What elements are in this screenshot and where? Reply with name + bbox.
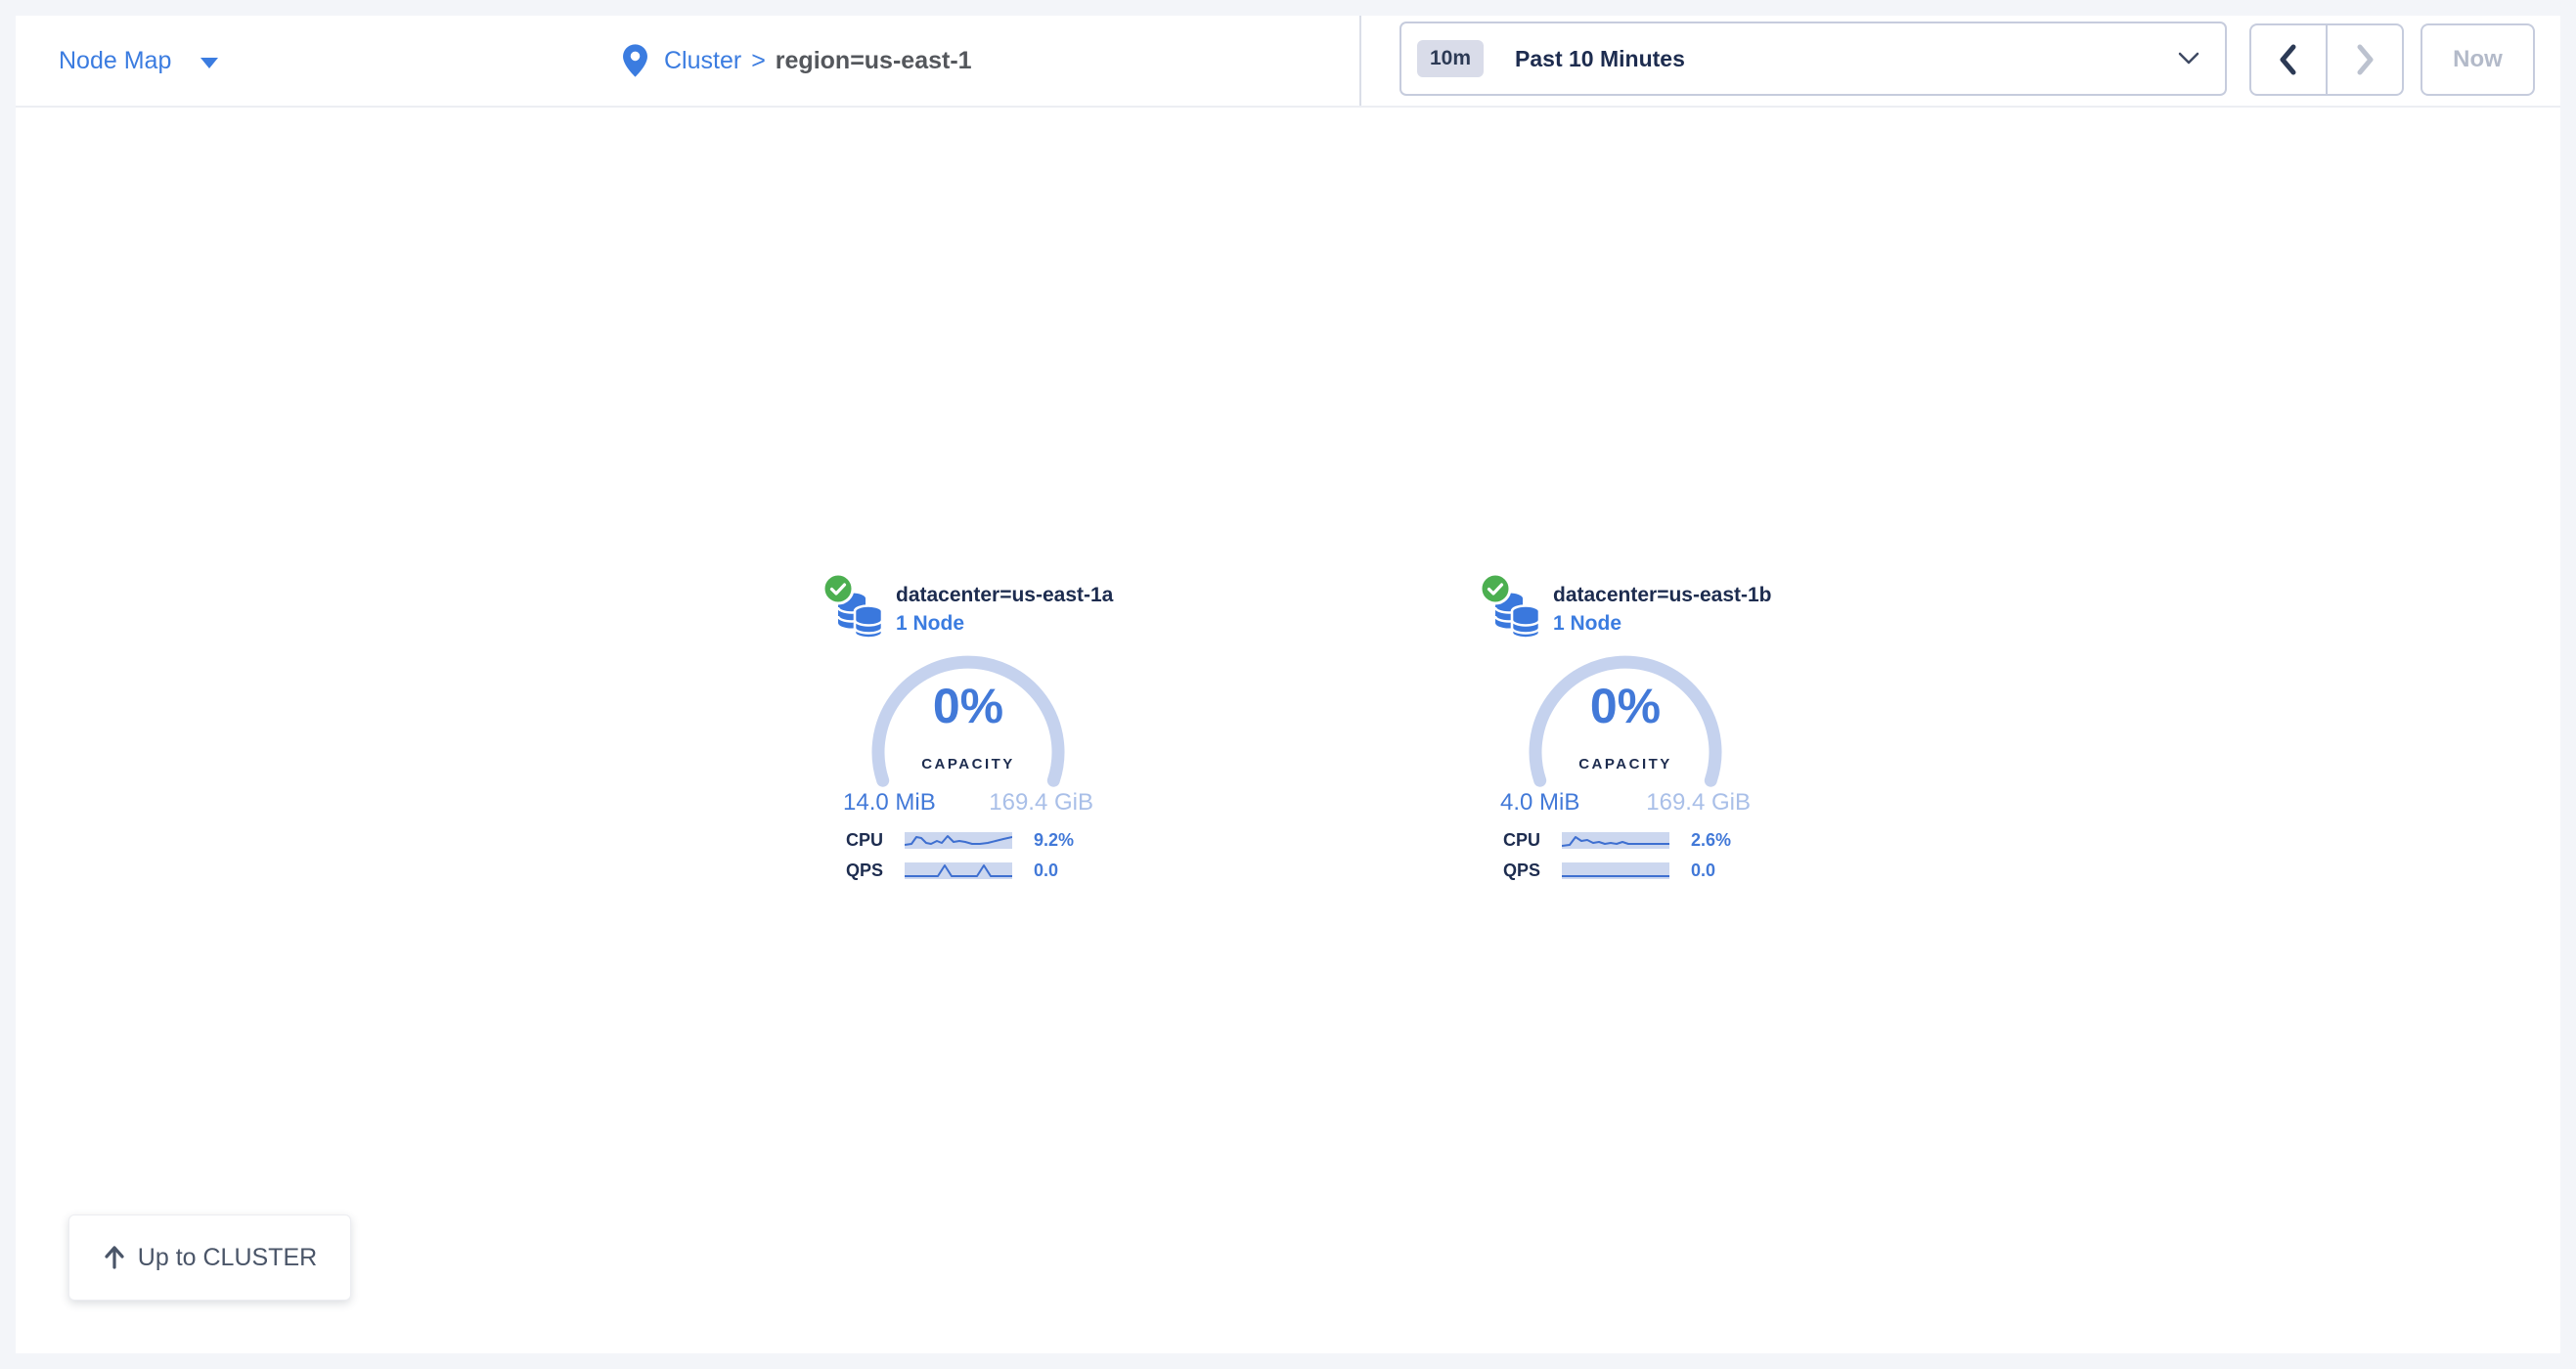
content-panel: Node Map Cluster > region=us-east-1 10m … [16,16,2560,1353]
time-nav-group [2249,23,2404,96]
capacity-values: 4.0 MiB 169.4 GiB [1500,789,1751,817]
metric-label: QPS [1479,861,1540,881]
datacenter-title: datacenter=us-east-1a [896,584,1113,607]
node-map-screen: Node Map Cluster > region=us-east-1 10m … [0,0,2576,1369]
node-count-link[interactable]: 1 Node [1553,612,1621,636]
header-divider [1359,16,1361,106]
capacity-gauge: 0% CAPACITY [870,648,1066,795]
metric-row: CPU 9.2% [822,828,1115,852]
capacity-values: 14.0 MiB 169.4 GiB [843,789,1093,817]
time-range-badge: 10m [1417,40,1484,77]
datacenter-card[interactable]: datacenter=us-east-1b 1 Node 0% CAPACITY… [1479,572,1772,895]
capacity-used: 4.0 MiB [1500,789,1579,817]
time-prev-button[interactable] [2251,25,2326,94]
metric-value: 0.0 [1691,861,1715,881]
breadcrumb-current-locality: region=us-east-1 [776,47,972,75]
chevron-down-icon [2178,52,2199,66]
metric-value: 9.2% [1034,830,1074,851]
capacity-label: CAPACITY [870,756,1066,773]
capacity-percent: 0% [1528,678,1723,734]
time-range-dropdown[interactable]: 10m Past 10 Minutes [1399,22,2227,96]
chevron-down-icon [200,58,218,68]
metric-row: QPS 0.0 [822,859,1115,882]
map-pin-icon [622,43,648,78]
capacity-available: 169.4 GiB [989,789,1093,817]
capacity-available: 169.4 GiB [1646,789,1751,817]
node-count-link[interactable]: 1 Node [896,612,964,636]
capacity-used: 14.0 MiB [843,789,936,817]
capacity-label: CAPACITY [1528,756,1723,773]
time-next-button[interactable] [2326,25,2402,94]
metric-sparkline [1562,862,1669,879]
metric-row: CPU 2.6% [1479,828,1772,852]
now-button[interactable]: Now [2421,23,2535,96]
metric-value: 2.6% [1691,830,1731,851]
metric-label: CPU [1479,830,1540,851]
metric-sparkline [905,832,1012,849]
metric-label: CPU [822,830,883,851]
datacenter-title: datacenter=us-east-1b [1553,584,1772,607]
breadcrumb-separator: > [751,47,766,75]
capacity-percent: 0% [870,678,1066,734]
up-to-cluster-button[interactable]: Up to CLUSTER [68,1214,351,1301]
metric-row: QPS 0.0 [1479,859,1772,882]
metric-rows: CPU 2.6% QPS 0.0 [1479,828,1772,889]
top-bar: Node Map Cluster > region=us-east-1 10m … [16,16,2560,108]
metric-rows: CPU 9.2% QPS 0.0 [822,828,1115,889]
chevron-right-icon [2354,43,2376,76]
arrow-up-icon [103,1245,126,1270]
now-button-label: Now [2453,46,2503,73]
time-range-label: Past 10 Minutes [1515,46,2178,72]
capacity-gauge: 0% CAPACITY [1528,648,1723,795]
health-check-icon [822,572,855,605]
health-check-icon [1479,572,1512,605]
view-selector-dropdown[interactable]: Node Map [59,16,218,106]
breadcrumb-cluster-link[interactable]: Cluster [664,47,741,75]
breadcrumb: Cluster > region=us-east-1 [622,16,972,106]
metric-value: 0.0 [1034,861,1058,881]
metric-sparkline [1562,832,1669,849]
chevron-left-icon [2278,43,2299,76]
metric-label: QPS [822,861,883,881]
datacenter-card[interactable]: datacenter=us-east-1a 1 Node 0% CAPACITY… [822,572,1115,895]
metric-sparkline [905,862,1012,879]
up-to-cluster-label: Up to CLUSTER [138,1244,317,1272]
view-selector-label: Node Map [59,47,171,75]
